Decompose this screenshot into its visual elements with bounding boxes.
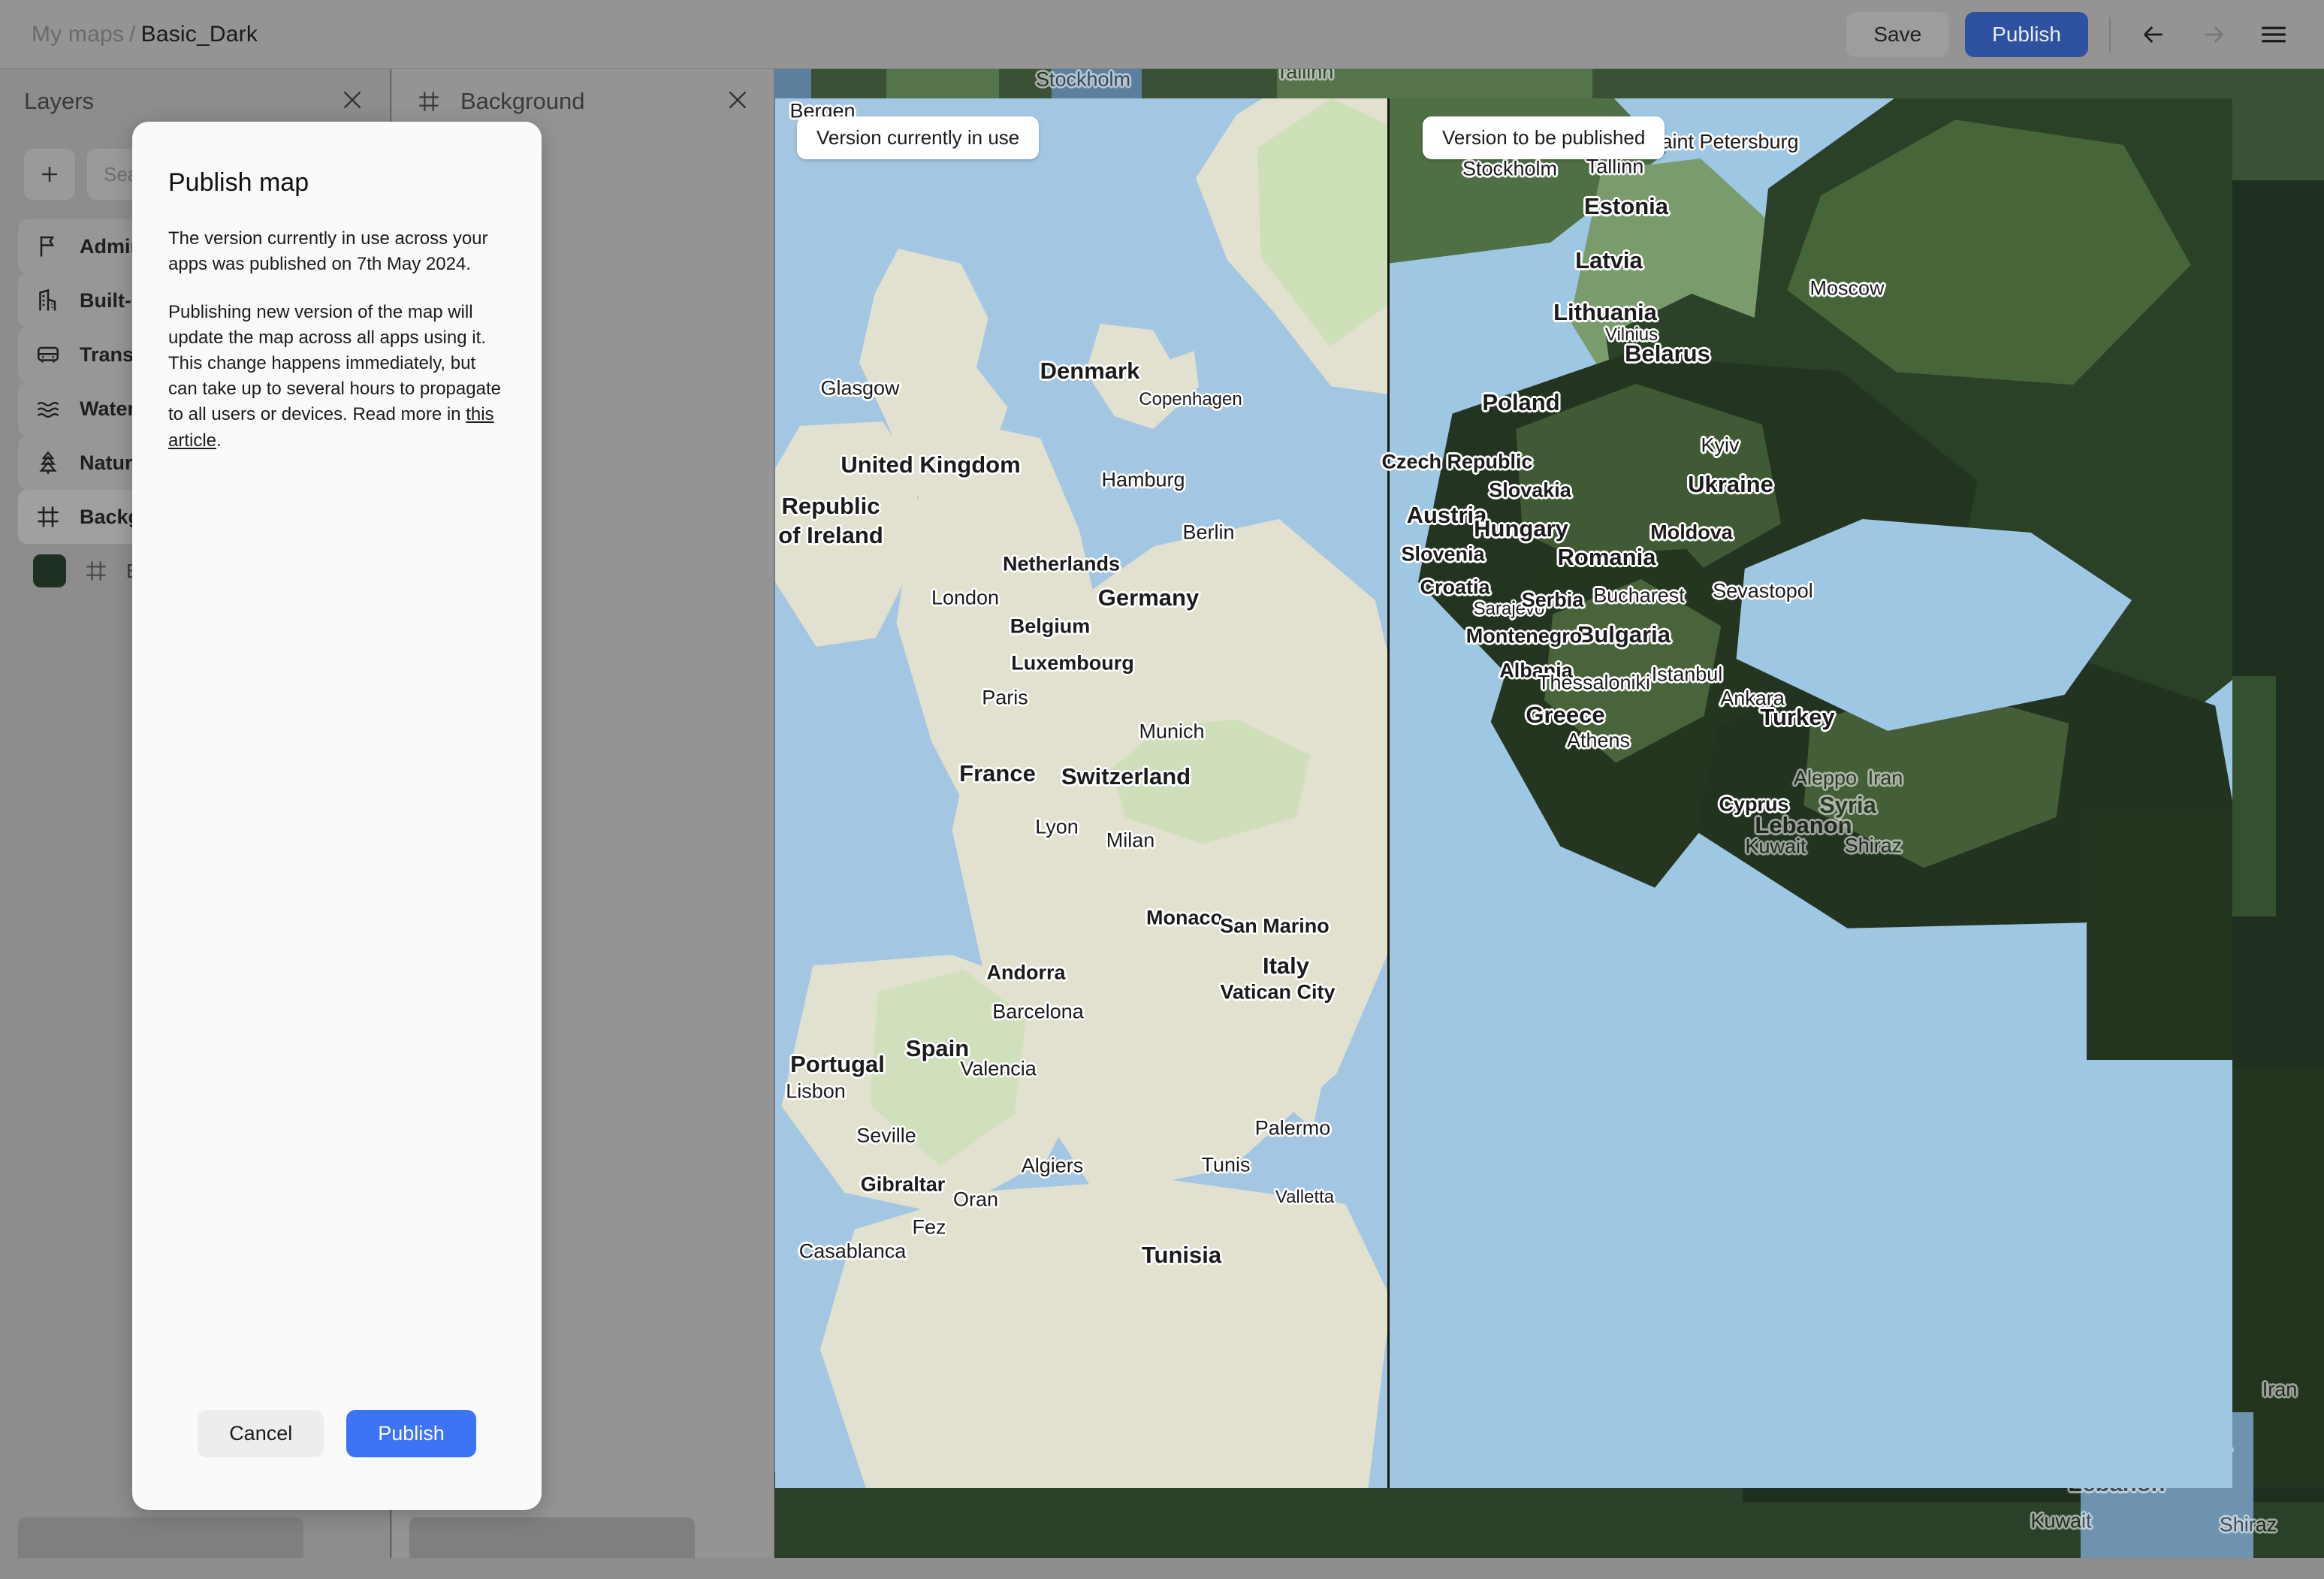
map-label: Cyprus: [1719, 793, 1789, 816]
cancel-button[interactable]: Cancel: [198, 1410, 324, 1457]
map-label: Athens: [1566, 729, 1631, 752]
map-label: Moldova: [1650, 521, 1733, 544]
map-label: Shiraz: [1844, 834, 1903, 857]
breadcrumb: My maps / Basic_Dark: [32, 22, 258, 47]
dialog-title: Publish map: [168, 168, 309, 197]
map-label: Austria: [1406, 502, 1487, 528]
map-label: Stockholm: [1462, 157, 1558, 180]
save-button[interactable]: Save: [1846, 11, 1949, 57]
breadcrumb-current: Basic_Dark: [140, 21, 258, 47]
map-label: Czech Republic: [1381, 450, 1533, 473]
arrow-left-icon[interactable]: [2132, 13, 2175, 56]
map-labels-dark: HelsinkiSaint PetersburgStockholmTallinn…: [775, 98, 2232, 1488]
map-label: Sevastopol: [1713, 579, 1813, 602]
map-label: Estonia: [1584, 193, 1668, 219]
dialog-body: Publish map The version currently in use…: [132, 122, 542, 1410]
close-icon[interactable]: [724, 86, 751, 117]
map-label: Thessaloniki: [1537, 671, 1651, 694]
frame-icon: [33, 502, 63, 532]
hamburger-menu-icon[interactable]: [2252, 13, 2295, 56]
arrow-right-icon[interactable]: [2192, 13, 2235, 56]
dialog-paragraph-2: Publishing new version of the map will u…: [168, 300, 506, 453]
header-actions: Save Publish: [1846, 11, 2324, 57]
map-label: Bulgaria: [1577, 621, 1671, 648]
map-label: Croatia: [1420, 575, 1490, 599]
map-label: Turkey: [1760, 704, 1835, 730]
map-label: Iran: [1867, 766, 1903, 790]
dialog-publish-button[interactable]: Publish: [346, 1410, 476, 1457]
app-root: Stockholm Tallinn Estonia Aleppo Iran Sy…: [0, 0, 2324, 1579]
map-viewport[interactable]: Version currently in use Version to be p…: [775, 98, 2232, 1488]
map-label: Aleppo: [1793, 766, 1858, 790]
map-label: Lithuania: [1553, 299, 1657, 325]
bus-icon: [33, 340, 63, 370]
map-label: Albania: [1499, 659, 1573, 682]
map-label: Montenegro: [1465, 624, 1583, 648]
sidebar-item-label: Water: [80, 397, 136, 420]
app-header: My maps / Basic_Dark Save Publish: [0, 0, 2324, 69]
chip-version-current: Version currently in use: [797, 116, 1040, 159]
map-label: Greece: [1526, 702, 1605, 728]
dialog-paragraph-2-text: Publishing new version of the map will u…: [168, 302, 501, 425]
map-label: Slovenia: [1401, 542, 1485, 566]
chip-version-new: Version to be published: [1423, 116, 1665, 159]
close-icon[interactable]: [339, 86, 366, 117]
map-label: Sarajevo: [1473, 599, 1545, 619]
map-label: Kuwait: [1745, 835, 1806, 858]
map-label: Slovakia: [1489, 479, 1571, 502]
map-label: Kyiv: [1701, 433, 1740, 457]
waves-icon: [33, 394, 63, 424]
map-label: Ukraine: [1688, 471, 1773, 497]
map-label: Vilnius: [1604, 325, 1658, 345]
dialog-actions: Cancel Publish: [132, 1410, 542, 1510]
map-label: Ankara: [1720, 687, 1785, 710]
breadcrumb-separator: /: [129, 21, 136, 47]
frame-icon: [81, 556, 111, 586]
map-label: Hungary: [1474, 515, 1568, 542]
flag-icon: [33, 231, 63, 261]
map-label: Serbia: [1521, 588, 1584, 611]
map-label: Istanbul: [1651, 663, 1723, 686]
building-icon: [33, 285, 63, 315]
color-swatch[interactable]: [33, 554, 66, 587]
add-layer-button[interactable]: [24, 149, 75, 200]
map-label: Belarus: [1625, 340, 1710, 367]
map-label: Poland: [1482, 389, 1560, 415]
background-panel-title: Background: [460, 88, 585, 114]
map-label: Latvia: [1575, 247, 1643, 273]
map-label: Moscow: [1809, 276, 1885, 300]
breadcrumb-parent[interactable]: My maps: [32, 22, 124, 47]
bottom-strip: [0, 1558, 2324, 1579]
publish-button[interactable]: Publish: [1965, 11, 2088, 57]
dialog-paragraph-1: The version currently in use across your…: [168, 228, 488, 275]
map-label: Saint Petersburg: [1647, 130, 1799, 153]
frame-icon: [414, 86, 444, 116]
publish-map-dialog: Publish map The version currently in use…: [132, 122, 542, 1510]
map-label: Syria: [1819, 792, 1876, 818]
dialog-paragraph-2-end: .: [216, 430, 222, 451]
map-label: Lebanon: [1755, 812, 1852, 838]
trees-icon: [33, 448, 63, 478]
map-label: Romania: [1557, 544, 1656, 570]
map-label: Bucharest: [1593, 584, 1685, 607]
header-divider: [2109, 17, 2111, 52]
layers-panel-title: Layers: [24, 88, 95, 114]
